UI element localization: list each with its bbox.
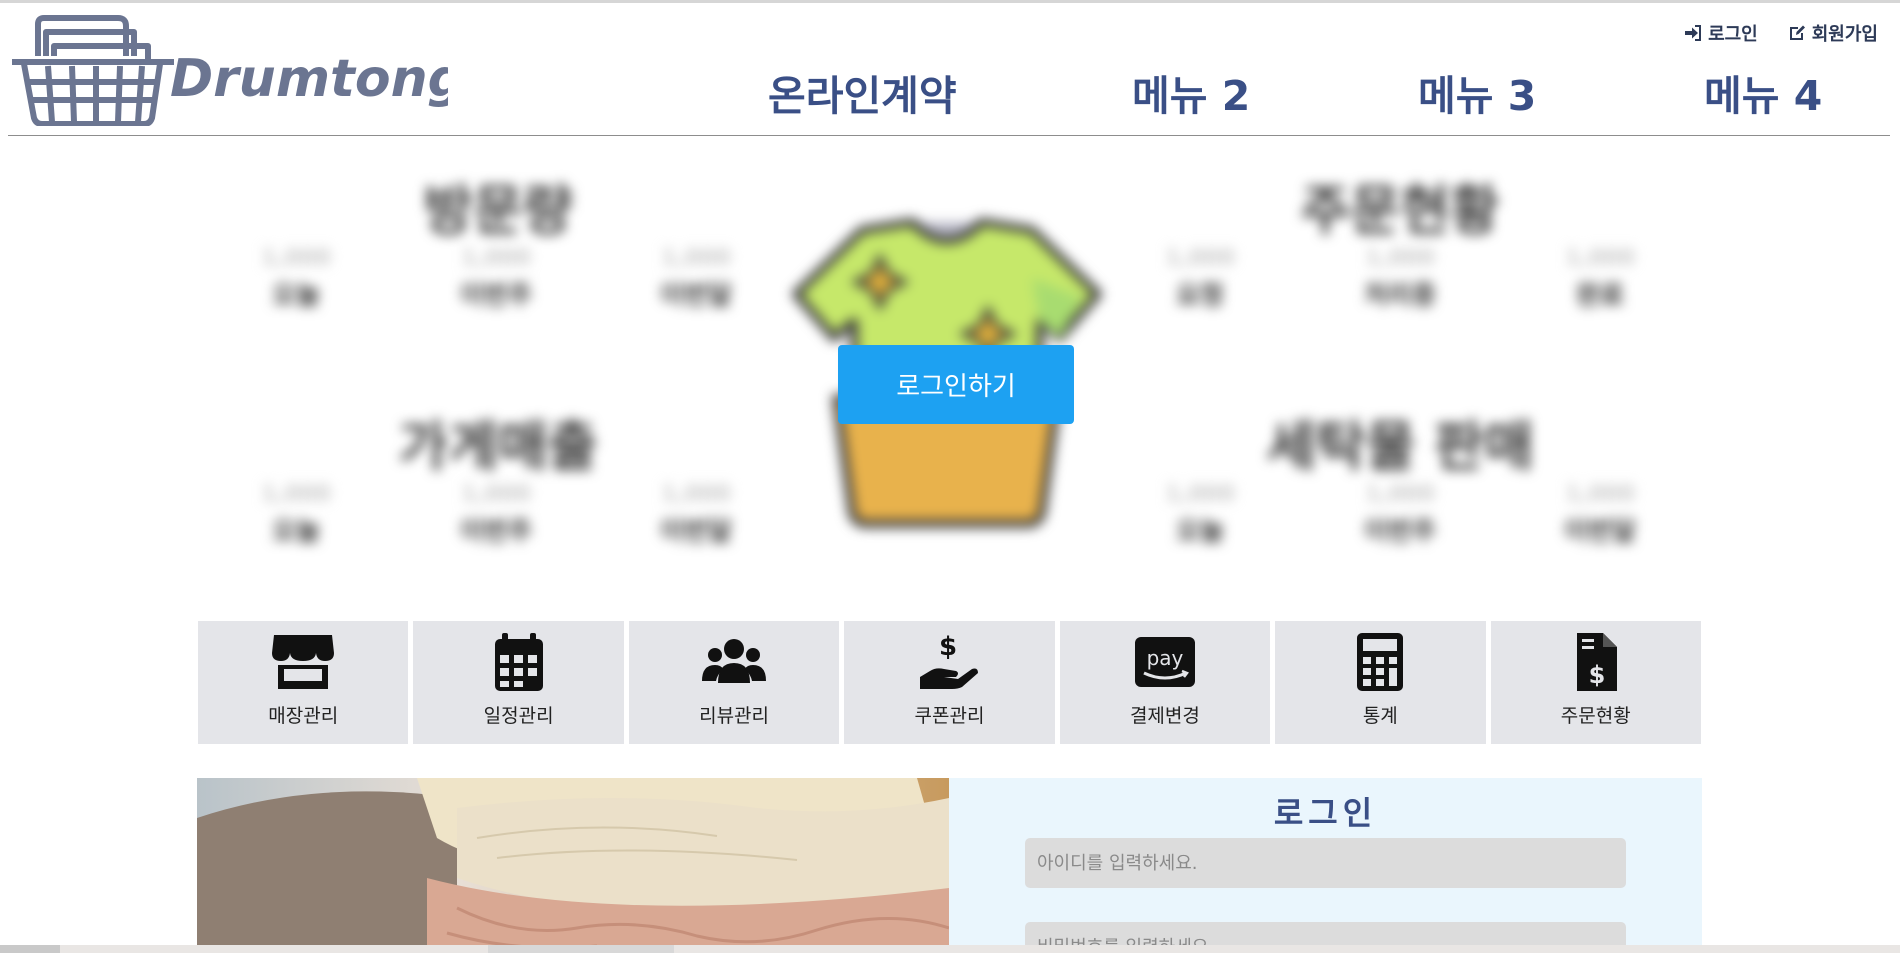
scrollbar-segment — [488, 945, 674, 953]
stat-item: 1,000 이번주 — [436, 246, 556, 312]
stat-label: 이번주 — [460, 281, 532, 311]
stat-item: 1,000 이번주 — [436, 482, 556, 548]
calendar-icon — [494, 633, 543, 691]
scrollbar-segment — [0, 945, 60, 953]
stat-value: 1,000 — [1165, 246, 1235, 271]
login-link-label: 로그인 — [1708, 24, 1758, 45]
stat-value: 1,000 — [1165, 482, 1235, 507]
stat-value: 1,000 — [461, 246, 531, 271]
stat-value: 1,000 — [661, 482, 731, 507]
stat-item: 1,000 오늘 — [1140, 482, 1260, 548]
svg-text:$: $ — [939, 632, 957, 662]
stat-label: 요청 — [1176, 281, 1224, 311]
quick-coupon-management[interactable]: $ 쿠폰관리 — [844, 621, 1055, 744]
stat-label: 오늘 — [1176, 517, 1224, 547]
quick-menu-label: 매장관리 — [268, 705, 339, 727]
quick-menu-label: 결제변경 — [1129, 705, 1200, 727]
stats-block-title: 가게매출 — [398, 415, 598, 478]
stat-item: 1,000 요청 — [1140, 246, 1260, 312]
stat-item: 1,000 이번달 — [636, 246, 756, 312]
login-title: 로그인 — [1273, 794, 1378, 832]
hand-dollar-icon: $ — [920, 632, 979, 689]
quick-menu-label: 쿠폰관리 — [914, 705, 985, 727]
quick-schedule-management[interactable]: 일정관리 — [413, 621, 624, 744]
stat-item: 1,000 오늘 — [236, 482, 356, 548]
quick-review-management[interactable]: 리뷰관리 — [628, 621, 840, 744]
stats-block-title: 주문현황 — [1300, 179, 1500, 242]
stat-value: 1,000 — [661, 246, 731, 271]
stats-block-title: 세탁물 판매 — [1266, 415, 1534, 478]
stat-label: 오늘 — [272, 281, 320, 311]
stat-item: 1,000 이번달 — [1540, 482, 1660, 548]
stat-item: 1,000 처리중 — [1340, 246, 1460, 312]
stat-label: 오늘 — [272, 517, 320, 547]
main-nav: 온라인계약 메뉴 2 메뉴 3 메뉴 4 — [0, 62, 1900, 122]
stat-value: 1,000 — [1565, 246, 1635, 271]
edit-icon — [1789, 25, 1805, 40]
top-links: 로그인 회원가입 — [1684, 20, 1878, 46]
nav-menu-3[interactable]: 메뉴 3 — [1418, 62, 1536, 122]
stat-item: 1,000 오늘 — [236, 246, 356, 312]
nav-online-contract[interactable]: 온라인계약 — [768, 62, 957, 122]
stat-item: 1,000 완료 — [1540, 246, 1660, 312]
stat-label: 이번달 — [1564, 517, 1636, 547]
quick-menu-label: 주문현황 — [1560, 705, 1631, 727]
stat-label: 이번달 — [660, 281, 732, 311]
quick-order-status[interactable]: $ 주문현황 — [1490, 621, 1701, 744]
amazon-pay-icon: pay — [1134, 637, 1195, 687]
stat-value: 1,000 — [461, 482, 531, 507]
stat-value: 1,000 — [261, 482, 331, 507]
header-divider — [8, 135, 1890, 136]
invoice-dollar-icon: $ — [1576, 633, 1617, 691]
quick-statistics[interactable]: 통계 — [1275, 621, 1486, 744]
stat-item: 1,000 이번주 — [1340, 482, 1460, 548]
window-scrollbar-strip — [0, 945, 1900, 953]
login-panel: 로그인 — [949, 778, 1702, 953]
signup-link[interactable]: 회원가입 — [1788, 20, 1878, 46]
quick-menu-label: 일정관리 — [483, 705, 554, 727]
svg-text:$: $ — [1588, 661, 1605, 689]
quick-menu-label: 통계 — [1362, 705, 1398, 727]
stat-item: 1,000 이번달 — [636, 482, 756, 548]
users-icon — [702, 639, 767, 683]
calculator-icon — [1357, 633, 1404, 691]
stats-block-title: 방문량 — [423, 179, 573, 242]
signup-link-label: 회원가입 — [1811, 24, 1878, 45]
stat-value: 1,000 — [261, 246, 331, 271]
knitwear-photo — [197, 778, 949, 953]
store-icon — [272, 635, 335, 689]
stat-value: 1,000 — [1565, 482, 1635, 507]
login-link[interactable]: 로그인 — [1684, 20, 1758, 46]
stat-label: 이번주 — [460, 517, 532, 547]
quick-payment-change[interactable]: pay 결제변경 — [1059, 621, 1271, 744]
login-cta-button[interactable]: 로그인하기 — [838, 345, 1074, 424]
stat-label: 처리중 — [1364, 281, 1436, 311]
pay-icon-text: pay — [1146, 646, 1183, 670]
user-id-input[interactable] — [1025, 838, 1626, 888]
nav-menu-2[interactable]: 메뉴 2 — [1132, 62, 1250, 122]
stat-label: 이번달 — [660, 517, 732, 547]
top-border — [0, 0, 1900, 3]
quick-menu-label: 리뷰관리 — [699, 705, 770, 727]
stat-value: 1,000 — [1365, 482, 1435, 507]
stat-value: 1,000 — [1365, 246, 1435, 271]
quick-store-management[interactable]: 매장관리 — [198, 621, 409, 744]
sweater-stack-image — [197, 778, 949, 953]
stat-label: 이번주 — [1364, 517, 1436, 547]
stat-label: 완료 — [1576, 281, 1624, 311]
sign-in-icon — [1685, 25, 1702, 41]
quick-menu: 매장관리 일정관리 리뷰관리 $ 쿠폰관리 pay 결제변경 통계 $ 주문현황 — [198, 621, 1701, 744]
nav-menu-4[interactable]: 메뉴 4 — [1704, 62, 1822, 122]
